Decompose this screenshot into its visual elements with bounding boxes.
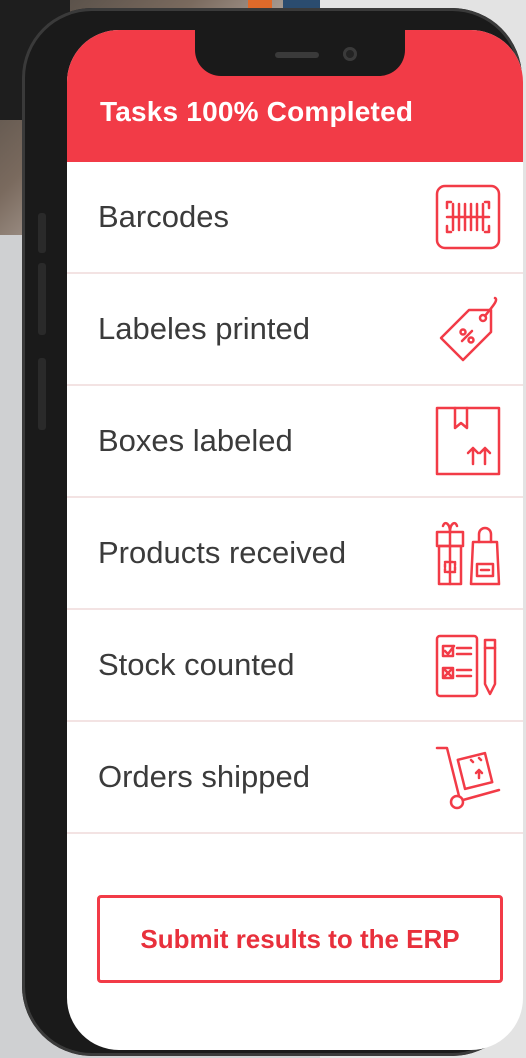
task-list: Barcodes Labeles printed Boxes labeled P… (67, 162, 523, 834)
task-label: Stock counted (98, 647, 295, 682)
packages-icon (433, 518, 503, 588)
task-row-stock-counted[interactable]: Stock counted (67, 610, 523, 722)
task-row-labels-printed[interactable]: Labeles printed (67, 274, 523, 386)
task-label: Orders shipped (98, 759, 310, 794)
box-label-icon (433, 406, 503, 476)
page-title: Tasks 100% Completed (100, 96, 414, 127)
task-label: Barcodes (98, 199, 229, 234)
phone-notch (195, 30, 405, 76)
phone-volume-up (38, 263, 46, 335)
phone-frame: Tasks 100% Completed Barcodes Labeles pr… (22, 8, 523, 1056)
phone-volume-down (38, 358, 46, 430)
task-row-products-received[interactable]: Products received (67, 498, 523, 610)
task-label: Products received (98, 535, 347, 570)
price-tag-icon (433, 294, 503, 364)
submit-button[interactable]: Submit results to the ERP (97, 895, 503, 983)
task-label: Labeles printed (98, 311, 310, 346)
task-row-orders-shipped[interactable]: Orders shipped (67, 722, 523, 834)
task-row-barcodes[interactable]: Barcodes (67, 162, 523, 274)
barcode-scan-icon (433, 182, 503, 252)
task-row-boxes-labeled[interactable]: Boxes labeled (67, 386, 523, 498)
phone-screen: Tasks 100% Completed Barcodes Labeles pr… (67, 30, 523, 1050)
checklist-icon (433, 630, 503, 700)
hand-truck-icon (433, 742, 503, 812)
task-label: Boxes labeled (98, 423, 293, 458)
phone-mute-switch (38, 213, 46, 253)
camera-icon (343, 47, 357, 61)
